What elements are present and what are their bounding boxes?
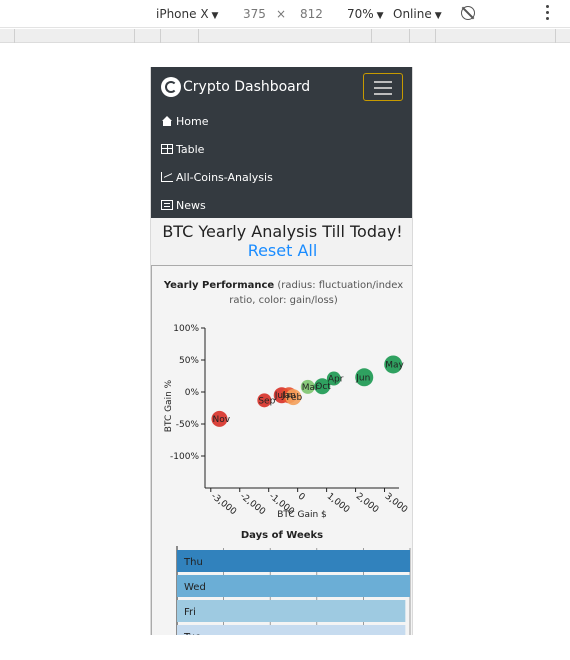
rotate-icon[interactable] xyxy=(461,6,475,20)
weekday-bar[interactable] xyxy=(177,550,410,572)
device-viewport: Crypto Dashboard Home Table All-Coins-An… xyxy=(150,67,413,635)
zoom-select[interactable]: 70% ▼ xyxy=(347,7,384,21)
x-tick-label: -3,000 xyxy=(209,491,238,517)
nav-link-all-coins-analysis[interactable]: All-Coins-Analysis xyxy=(161,163,273,191)
weekday-bar[interactable] xyxy=(177,625,406,635)
nav-links: Home Table All-Coins-Analysis News xyxy=(161,107,273,219)
x-tick-label: 3,000 xyxy=(383,491,410,515)
chart-card: Yearly Performance (radius: fluctuation/… xyxy=(151,265,413,635)
y-tick-label: 50% xyxy=(179,356,199,366)
x-tick-label: 0 xyxy=(296,491,307,503)
yearly-performance-scatter[interactable]: 100%50%0%-50%-100%-3,000 -2,000 -1,000 0 1,0… xyxy=(152,318,413,588)
home-icon xyxy=(161,116,173,126)
y-tick-label: 0% xyxy=(185,388,200,398)
viewport-height-input[interactable]: 812 xyxy=(300,7,323,21)
weekday-bar-label: Fri xyxy=(184,607,196,618)
media-query-ruler xyxy=(0,29,570,43)
x-axis-label: BTC Gain $ xyxy=(277,510,327,520)
dimension-separator: × xyxy=(276,7,287,21)
bar-chart-title: Days of Weeks xyxy=(241,530,323,541)
days-of-weeks-bar-chart[interactable]: Thu Wed Fri Tue xyxy=(152,546,413,635)
chart-title-main: Yearly Performance xyxy=(163,280,275,291)
device-select[interactable]: iPhone X ▼ xyxy=(156,7,218,21)
nav-link-home[interactable]: Home xyxy=(161,107,273,135)
page-heading: BTC Yearly Analysis Till Today! Reset Al… xyxy=(151,222,412,261)
weekday-bar-label: Tue xyxy=(183,632,201,635)
nav-link-label: News xyxy=(176,198,206,212)
navbar: Crypto Dashboard Home Table All-Coins-An… xyxy=(151,67,412,219)
weekday-bar-label: Wed xyxy=(184,582,206,593)
nav-link-table[interactable]: Table xyxy=(161,135,273,163)
page-title: BTC Yearly Analysis Till Today! xyxy=(162,222,403,241)
navbar-brand[interactable]: Crypto Dashboard xyxy=(161,76,310,98)
navbar-toggler-button[interactable] xyxy=(363,73,403,101)
nav-link-label: Home xyxy=(176,114,209,128)
x-tick-label: 2,000 xyxy=(354,491,381,515)
y-axis-label: BTC Gain % xyxy=(164,379,174,432)
devtools-toolbar: iPhone X ▼ 375 × 812 70% ▼ Online ▼ xyxy=(0,0,570,28)
crypto-logo-icon xyxy=(161,77,181,97)
reset-all-link[interactable]: Reset All xyxy=(151,241,412,261)
news-icon xyxy=(161,200,173,210)
nav-link-label: All-Coins-Analysis xyxy=(176,170,273,184)
point-label: Sep xyxy=(258,396,275,406)
table-icon xyxy=(161,144,173,154)
more-options-icon[interactable] xyxy=(546,5,550,23)
weekday-bar[interactable] xyxy=(177,600,406,622)
weekday-bar[interactable] xyxy=(177,575,410,597)
weekday-bar-label: Thu xyxy=(183,557,203,568)
viewport-width-input[interactable]: 375 xyxy=(243,7,266,21)
point-label: Apr xyxy=(328,375,344,385)
point-label: Nov xyxy=(212,415,230,425)
point-label: Feb xyxy=(286,393,302,403)
nav-link-label: Table xyxy=(176,142,205,156)
network-throttle-select[interactable]: Online ▼ xyxy=(393,7,442,21)
x-tick-label: -2,000 xyxy=(238,491,267,517)
x-tick-label: 1,000 xyxy=(325,491,352,515)
chart-title: Yearly Performance (radius: fluctuation/… xyxy=(160,278,407,308)
chart-icon xyxy=(161,172,173,182)
y-tick-label: -100% xyxy=(170,452,199,462)
point-label: May xyxy=(385,360,404,370)
point-label: Jun xyxy=(355,373,370,383)
y-tick-label: 100% xyxy=(173,324,199,334)
nav-link-news[interactable]: News xyxy=(161,191,273,219)
brand-label: Crypto Dashboard xyxy=(183,79,311,95)
y-tick-label: -50% xyxy=(176,420,200,430)
